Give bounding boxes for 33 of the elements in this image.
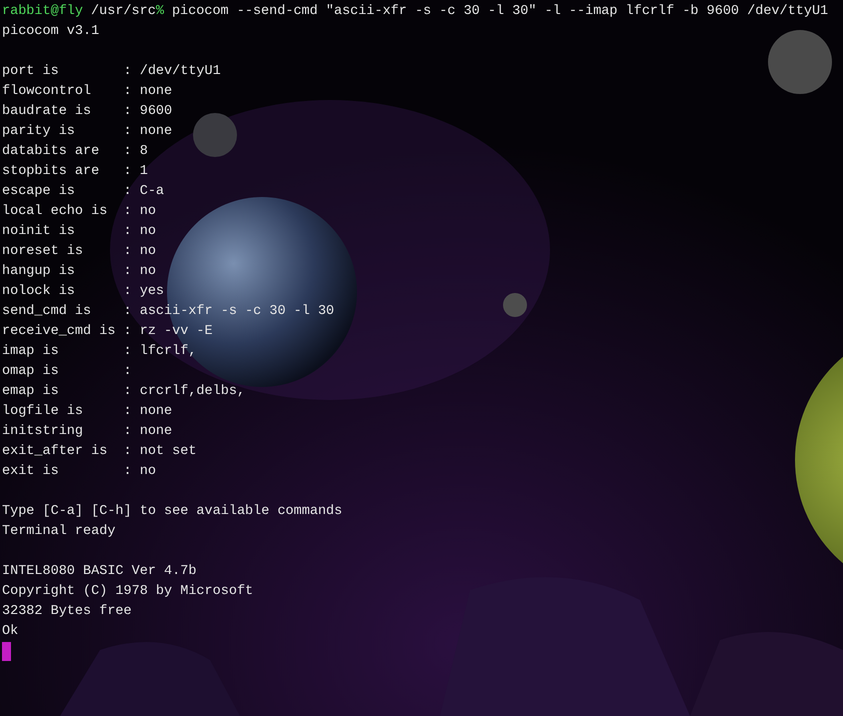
output-line: Copyright (C) 1978 by Microsoft (2, 583, 254, 601)
output-line: receive_cmd is : rz -vv -E (2, 323, 213, 341)
output-line: Terminal ready (2, 523, 116, 541)
output-line: omap is : (2, 363, 132, 381)
output-line: parity is : none (2, 123, 172, 141)
output-line: 32382 Bytes free (2, 603, 132, 621)
output-line: Type [C-a] [C-h] to see available commands (2, 503, 342, 521)
output-line: picocom v3.1 (2, 23, 100, 41)
output-line: baudrate is : 9600 (2, 103, 172, 121)
output-line: logfile is : none (2, 403, 172, 421)
command-text: picocom --send-cmd "ascii-xfr -s -c 30 -l 30" -l --imap lfcrlf -b 9600 /dev/ttyU1 (172, 3, 828, 21)
prompt-path: /usr/src (91, 3, 156, 21)
output-line: imap is : lfcrlf, (2, 343, 196, 361)
output-line: initstring : none (2, 423, 172, 441)
output-line: databits are : 8 (2, 143, 148, 161)
output-line: emap is : crcrlf,delbs, (2, 383, 246, 401)
output-line: noreset is : no (2, 243, 156, 261)
output-line: flowcontrol : none (2, 83, 172, 101)
prompt-user-host: rabbit@fly (2, 3, 84, 21)
output-line: local echo is : no (2, 203, 156, 221)
cursor-block (2, 642, 11, 661)
output-line: escape is : C-a (2, 183, 164, 201)
output-line: send_cmd is : ascii-xfr -s -c 30 -l 30 (2, 303, 334, 321)
prompt-symbol: % (156, 3, 164, 21)
output-line: exit_after is : not set (2, 443, 196, 461)
output-line: Ok (2, 623, 18, 641)
output-line: port is : /dev/ttyU1 (2, 63, 221, 81)
output-line: exit is : no (2, 463, 156, 481)
output-line: noinit is : no (2, 223, 156, 241)
output-line: INTEL8080 BASIC Ver 4.7b (2, 563, 196, 581)
output-line: stopbits are : 1 (2, 163, 148, 181)
output-line: nolock is : yes (2, 283, 164, 301)
output-line: hangup is : no (2, 263, 156, 281)
